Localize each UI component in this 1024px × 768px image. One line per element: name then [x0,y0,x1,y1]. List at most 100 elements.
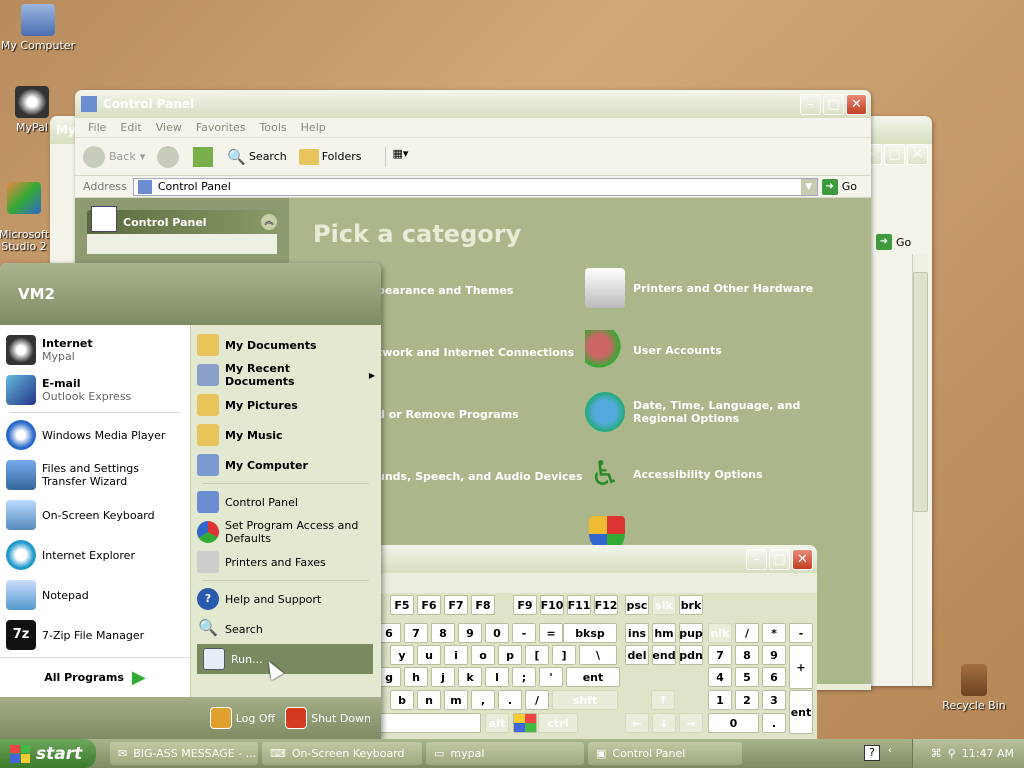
category-link[interactable]: twork and Internet Connections [377,346,574,359]
osk-key[interactable]: 9 [458,623,482,643]
osk-key[interactable]: ↓ [652,713,676,733]
category-link[interactable]: unds, Speech, and Audio Devices [377,470,583,483]
address-input[interactable]: Control Panel ▼ [132,177,818,196]
pinned-internet[interactable]: Internet Mypal [0,330,190,370]
osk-key[interactable]: / [735,623,759,643]
osk-key[interactable]: i [444,645,468,665]
osk-key[interactable]: → [679,713,703,733]
taskbar-button[interactable]: ▣ Control Panel [588,742,742,765]
osk-key[interactable]: l [485,667,509,687]
osk-key[interactable]: F12 [594,595,618,615]
start-button[interactable]: start [0,739,96,768]
osk-key[interactable]: 8 [431,623,455,643]
maximize-button[interactable]: □ [823,94,844,115]
recent-windows-media-player[interactable]: Windows Media Player [0,415,190,455]
taskbar-button[interactable]: ✉ BIG-ASS MESSAGE - ... [110,742,258,765]
category-link[interactable]: d or Remove Programs [377,408,519,421]
desktop-icon-my-computer[interactable]: My Computer [0,4,76,52]
osk-key[interactable]: 7 [708,645,732,665]
osk-key[interactable]: h [404,667,428,687]
task-pane-header[interactable]: Control Panel ︽ [87,206,277,234]
osk-key[interactable]: 0 [708,713,759,733]
osk-key[interactable]: ins [625,623,649,643]
osk-key[interactable]: \ [579,645,617,665]
menu-file[interactable]: File [83,121,111,134]
recent-on-screen-keyboard[interactable]: On-Screen Keyboard [0,495,190,535]
menu-control-panel[interactable]: Control Panel [191,487,381,517]
menu-run[interactable]: Run... [197,644,373,674]
desktop-icon-recycle-bin[interactable]: Recycle Bin [936,664,1012,712]
osk-key[interactable]: 8 [735,645,759,665]
views-button[interactable]: ▦▾ [385,146,415,167]
osk-key[interactable]: 0 [485,623,509,643]
osk-key[interactable]: p [498,645,522,665]
minimize-button[interactable]: – [800,94,821,115]
osk-key[interactable]: pup [679,623,703,643]
osk-key[interactable]: 1 [708,690,732,710]
osk-key[interactable]: m [444,690,468,710]
osk-key[interactable]: 4 [708,667,732,687]
menu-edit[interactable]: Edit [115,121,146,134]
scrollbar-thumb[interactable] [913,272,928,512]
osk-key[interactable]: ctrl [538,713,578,733]
osk-key[interactable]: shft [552,690,618,710]
address-dropdown[interactable]: ▼ [800,178,817,195]
osk-key[interactable]: 3 [762,690,786,710]
osk-key[interactable]: del [625,645,649,665]
osk-key[interactable]: pdn [679,645,703,665]
mypal-scrollbar[interactable] [912,254,928,686]
osk-key[interactable]: end [652,645,676,665]
osk-key[interactable]: . [762,713,786,733]
osk-key[interactable]: * [762,623,786,643]
back-button[interactable]: Back ▾ [83,145,145,168]
menu-my-music[interactable]: My Music [191,420,381,450]
osk-windows-key-icon[interactable] [513,713,537,733]
mypal-go-button[interactable]: ➜ Go [876,234,911,250]
menu-tools[interactable]: Tools [255,121,292,134]
osk-key[interactable]: / [525,690,549,710]
go-button[interactable]: ➜ Go [821,178,857,195]
folders-button[interactable]: Folders [298,148,361,165]
osk-key[interactable]: = [539,623,563,643]
shut-down-button[interactable]: Shut Down [285,707,371,729]
taskbar-button[interactable]: ⌨ On-Screen Keyboard [262,742,422,765]
menu-printers-faxes[interactable]: Printers and Faxes [191,547,381,577]
recent-notepad[interactable]: Notepad [0,575,190,615]
osk-key[interactable]: ent [566,667,620,687]
osk-key[interactable]: b [390,690,414,710]
osk-key[interactable]: F8 [471,595,495,615]
network-icon[interactable]: ⌘ [931,747,942,760]
osk-key[interactable]: psc [625,595,649,615]
osk-key[interactable]: j [431,667,455,687]
collapse-chevron-icon[interactable]: ︽ [261,214,277,230]
category-item-user-accounts[interactable]: User Accounts [585,330,722,370]
osk-key[interactable]: ent [789,690,813,734]
osk-key[interactable]: F10 [540,595,564,615]
maximize-button[interactable]: □ [884,144,905,165]
all-programs-button[interactable]: All Programs ▶ [0,657,190,697]
osk-key[interactable]: nlk [708,623,732,643]
help-tray-icon[interactable]: ? [864,745,880,761]
osk-key[interactable]: ] [552,645,576,665]
close-button[interactable]: ✕ [846,94,867,115]
menu-help[interactable]: Help [296,121,331,134]
category-item-accessibility[interactable]: ♿ Accessibility Options [585,454,763,494]
osk-key[interactable]: . [498,690,522,710]
pinned-email[interactable]: E-mail Outlook Express [0,370,190,410]
osk-key[interactable]: - [789,623,813,643]
menu-help-support[interactable]: ? Help and Support [191,584,381,614]
osk-key[interactable]: y [390,645,414,665]
menu-set-program-access[interactable]: Set Program Access and Defaults [191,517,381,547]
menu-favorites[interactable]: Favorites [191,121,251,134]
osk-key[interactable]: - [512,623,536,643]
category-item-date-time[interactable]: Date, Time, Language, and Regional Optio… [585,392,825,432]
close-button[interactable]: ✕ [792,549,813,570]
osk-key[interactable]: 2 [735,690,759,710]
search-tray-icon[interactable]: ⚲ [948,747,956,760]
osk-key[interactable]: slk [652,595,676,615]
osk-key[interactable]: u [417,645,441,665]
osk-key[interactable]: F5 [390,595,414,615]
recent-7zip[interactable]: 7z 7-Zip File Manager [0,615,190,655]
menu-my-computer[interactable]: My Computer [191,450,381,480]
osk-spacebar[interactable] [377,713,481,733]
